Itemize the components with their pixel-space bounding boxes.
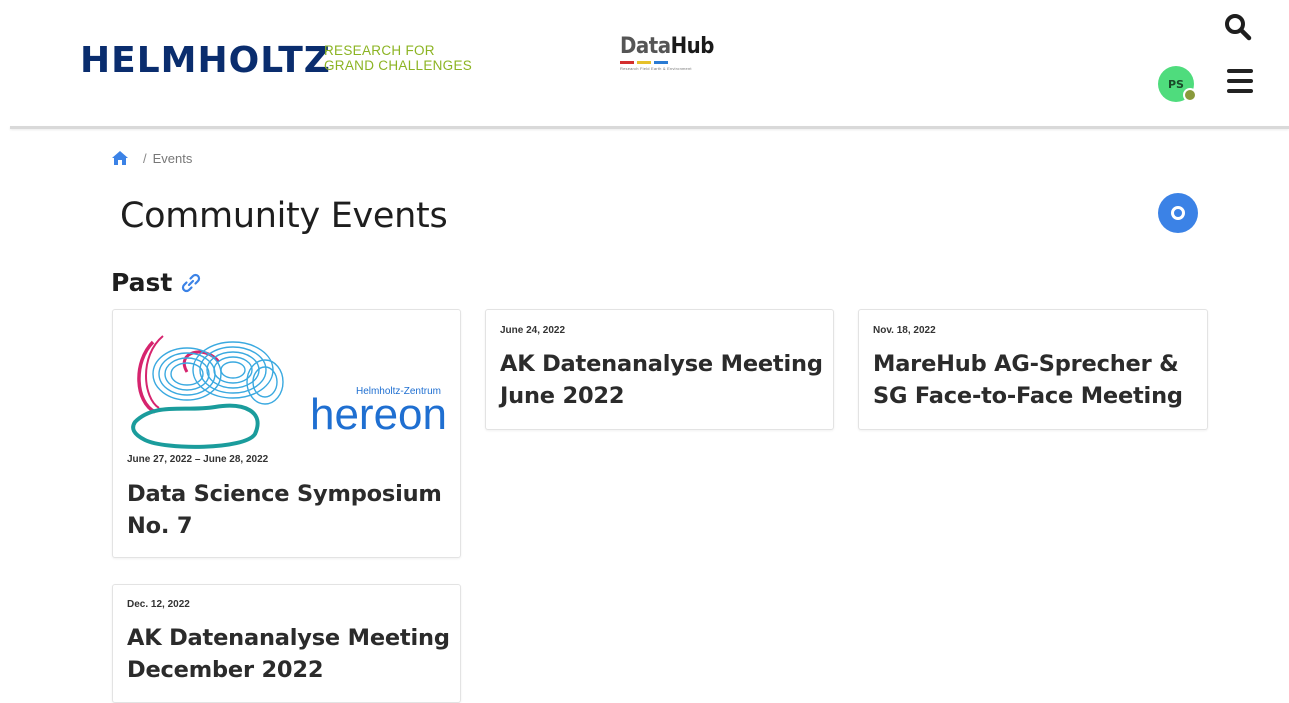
- link-icon[interactable]: [180, 272, 202, 294]
- datahub-bar-yellow: [637, 61, 651, 64]
- event-date: June 24, 2022: [500, 325, 566, 336]
- datahub-subtitle: Research Field Earth & Environment: [620, 66, 692, 71]
- add-icon: [1171, 206, 1185, 220]
- avatar-initials: PS: [1168, 77, 1184, 91]
- event-card[interactable]: Dec. 12, 2022 AK Datenanalyse Meeting De…: [112, 584, 461, 703]
- datahub-wordmark-data: Data: [620, 34, 671, 59]
- event-card[interactable]: Nov. 18, 2022 MareHub AG-Sprecher & SG F…: [858, 309, 1208, 430]
- menu-button[interactable]: [1227, 69, 1255, 97]
- helmholtz-logo[interactable]: HELMHOLTZ: [80, 40, 331, 81]
- event-title[interactable]: AK Datenanalyse Meeting June 2022: [500, 348, 823, 412]
- event-date: Nov. 18, 2022: [873, 325, 936, 336]
- breadcrumb: / Events: [111, 150, 192, 166]
- hereon-wordmark: hereon: [310, 390, 447, 439]
- event-date: June 27, 2022 – June 28, 2022: [127, 454, 269, 465]
- event-title[interactable]: Data Science Symposium No. 7: [127, 478, 450, 542]
- event-card[interactable]: Helmholtz-Zentrum hereon June 27, 2022 –…: [112, 309, 461, 558]
- tagline-line-1: RESEARCH FOR: [324, 43, 435, 58]
- section-heading-past: Past: [111, 268, 202, 297]
- user-avatar[interactable]: PS: [1158, 66, 1197, 102]
- event-image-hereon: Helmholtz-Zentrum hereon: [125, 322, 453, 457]
- menu-icon-bar: [1227, 69, 1253, 73]
- datahub-bar-blue: [654, 61, 668, 64]
- datahub-bar-red: [620, 61, 634, 64]
- datahub-color-bars: [620, 61, 714, 64]
- event-card[interactable]: June 24, 2022 AK Datenanalyse Meeting Ju…: [485, 309, 834, 430]
- event-title[interactable]: MareHub AG-Sprecher & SG Face-to-Face Me…: [873, 348, 1197, 412]
- datahub-wordmark: DataHub: [620, 34, 714, 59]
- datahub-wordmark-hub: Hub: [670, 34, 715, 59]
- search-button[interactable]: [1224, 12, 1252, 42]
- site-header: HELMHOLTZ RESEARCH FOR GRAND CHALLENGES …: [0, 0, 1289, 128]
- avatar-status-dot: [1183, 88, 1197, 102]
- datahub-logo[interactable]: DataHub Research Field Earth & Environme…: [620, 34, 714, 71]
- section-heading-label: Past: [111, 268, 173, 297]
- header-divider: [10, 126, 1289, 129]
- menu-icon-bar: [1227, 79, 1253, 83]
- page-title: Community Events: [120, 196, 448, 236]
- home-icon[interactable]: [111, 150, 129, 166]
- event-title[interactable]: AK Datenanalyse Meeting December 2022: [127, 622, 450, 686]
- breadcrumb-current: Events: [152, 150, 193, 166]
- breadcrumb-separator: /: [143, 150, 147, 166]
- tagline-line-2: GRAND CHALLENGES: [324, 58, 473, 73]
- add-event-button[interactable]: [1158, 193, 1198, 233]
- search-icon: [1225, 14, 1252, 41]
- event-date: Dec. 12, 2022: [127, 599, 190, 610]
- helmholtz-tagline: RESEARCH FOR GRAND CHALLENGES: [324, 43, 472, 73]
- menu-icon-bar: [1227, 89, 1253, 93]
- hereon-logo-graphic: Helmholtz-Zentrum hereon: [131, 335, 447, 449]
